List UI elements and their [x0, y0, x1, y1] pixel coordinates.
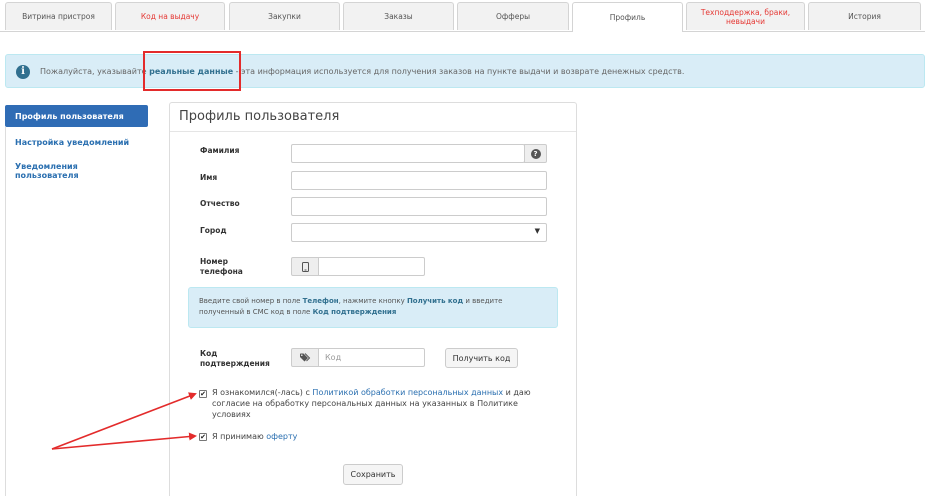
- city-select[interactable]: ▼: [291, 223, 547, 242]
- phone-input[interactable]: [318, 257, 425, 276]
- patronymic-input[interactable]: [291, 197, 547, 216]
- phone-label: Номер телефона: [200, 257, 243, 276]
- sidebar-item-profile[interactable]: Профиль пользователя: [5, 105, 148, 127]
- top-tabs: Витрина пристроя Код на выдачу Закупки З…: [0, 0, 925, 32]
- tabs-divider: [683, 31, 925, 32]
- sidebar-divider: [5, 127, 148, 496]
- save-button[interactable]: Сохранить: [343, 464, 403, 485]
- tab-pickup-code[interactable]: Код на выдачу: [115, 2, 225, 30]
- alert-text: Пожалуйста, указывайте реальные данные -…: [40, 67, 685, 76]
- name-input[interactable]: [291, 171, 547, 190]
- tab-history[interactable]: История: [808, 2, 921, 30]
- question-icon: ?: [530, 148, 541, 159]
- info-icon: i: [16, 65, 30, 79]
- title-divider: [170, 131, 576, 132]
- chevron-down-icon: ▼: [534, 227, 540, 235]
- code-input[interactable]: Код: [318, 348, 425, 367]
- get-code-button[interactable]: Получить код: [445, 348, 518, 368]
- offer-checkbox[interactable]: ✔: [199, 433, 207, 441]
- help-addon[interactable]: ?: [524, 144, 547, 163]
- annotation-highlight-box: [143, 51, 241, 91]
- consent-checkbox[interactable]: ✔: [199, 390, 207, 398]
- tab-orders[interactable]: Заказы: [343, 2, 454, 30]
- sidebar-item-user-notifications[interactable]: Уведомления пользователя: [5, 155, 148, 180]
- phone-addon: [291, 257, 319, 276]
- consent-text: Я ознакомился(-лась) с Политикой обработ…: [212, 388, 531, 419]
- name-label: Имя: [200, 173, 218, 182]
- tab-profile[interactable]: Профиль: [572, 2, 683, 32]
- page-title: Профиль пользователя: [179, 109, 340, 124]
- tab-offers[interactable]: Офферы: [457, 2, 569, 30]
- sidebar-item-notification-settings[interactable]: Настройка уведомлений: [5, 131, 148, 153]
- code-addon: [291, 348, 319, 367]
- patronymic-label: Отчество: [200, 199, 240, 208]
- tags-icon: [299, 353, 310, 362]
- tab-vitrina[interactable]: Витрина пристроя: [5, 2, 112, 30]
- tabs-divider: [0, 31, 572, 32]
- code-label: Код подтверждения: [200, 349, 270, 368]
- privacy-policy-link[interactable]: Политикой обработки персональных данных: [312, 388, 503, 397]
- tab-purchases[interactable]: Закупки: [229, 2, 340, 30]
- surname-input[interactable]: [291, 144, 525, 163]
- offer-link[interactable]: оферту: [266, 432, 297, 441]
- offer-text: Я принимаю оферту: [212, 432, 298, 441]
- mobile-phone-icon: [301, 261, 309, 272]
- tab-support[interactable]: Техподдержка, браки, невыдачи: [686, 2, 805, 30]
- city-label: Город: [200, 226, 227, 235]
- surname-label: Фамилия: [200, 146, 240, 155]
- phone-info-box: Введите свой номер в поле Телефон, нажми…: [188, 287, 558, 328]
